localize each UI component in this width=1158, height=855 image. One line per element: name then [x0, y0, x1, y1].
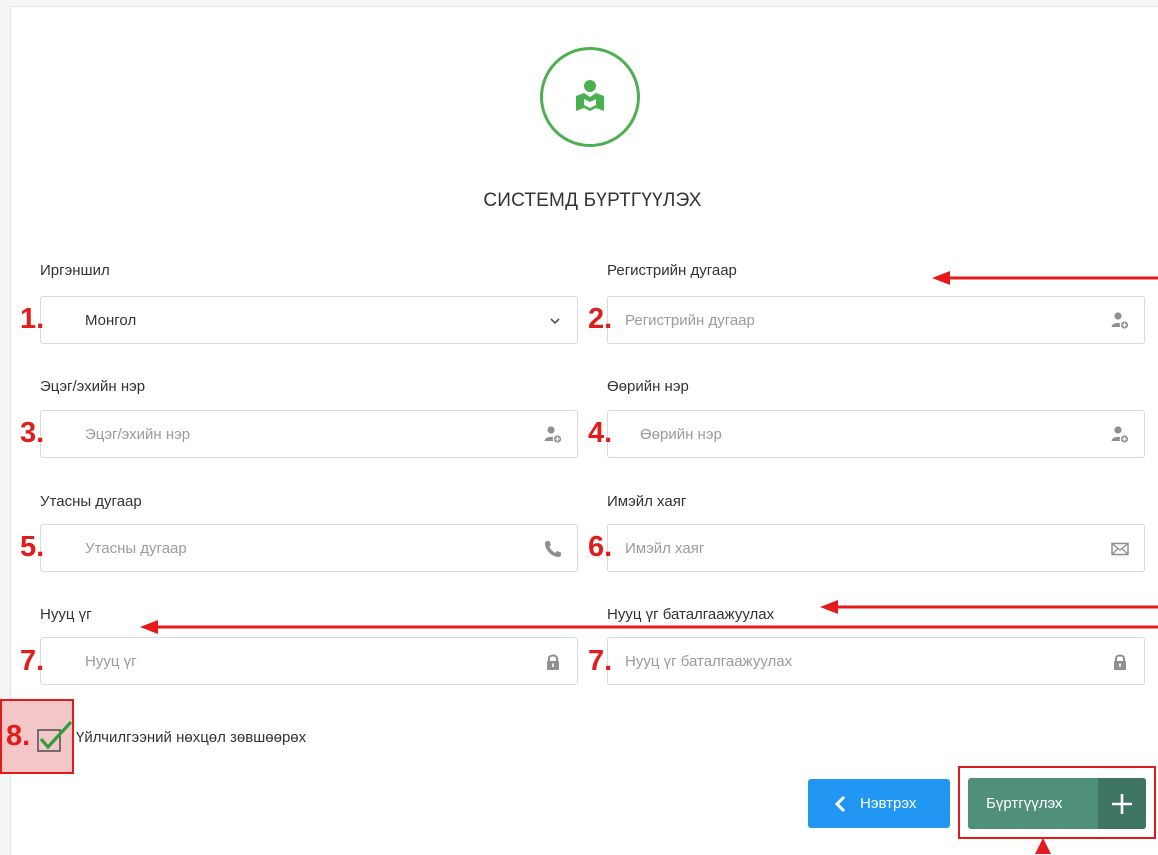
email-label: Имэйл хаяг: [607, 493, 687, 510]
annotation-number: 3.: [20, 417, 45, 449]
email-field: [607, 524, 1145, 572]
password-confirm-field: [607, 637, 1145, 685]
parent-name-input[interactable]: [41, 411, 577, 457]
annotation-arrow-register: [932, 271, 1158, 285]
annotation-number: 7.: [20, 645, 45, 677]
own-name-label: Өөрийн нэр: [607, 378, 689, 395]
annotation-arrow-register-button: [1035, 838, 1051, 854]
register-label: Регистрийн дугаар: [607, 262, 737, 279]
login-button[interactable]: Нэвтрэх: [808, 779, 950, 828]
password-confirm-input[interactable]: [608, 638, 1144, 684]
annotation-number: 2.: [588, 303, 613, 335]
user-plus-icon: [1111, 426, 1130, 444]
plus-area: [1098, 778, 1146, 829]
phone-icon: [545, 541, 561, 557]
reader-person-icon: [576, 80, 604, 111]
annotation-arrow-password-confirm: [820, 600, 1158, 614]
register-field: [607, 296, 1145, 344]
envelope-icon: [1111, 542, 1129, 556]
register-button-label: Бүртгүүлэх: [986, 795, 1063, 812]
own-name-field: [607, 410, 1145, 458]
login-button-label: Нэвтрэх: [860, 795, 917, 812]
nationality-label: Иргэншил: [40, 262, 110, 279]
phone-field: [40, 524, 578, 572]
nationality-select[interactable]: Монгол: [40, 296, 578, 344]
annotation-number: 1.: [20, 303, 45, 335]
annotation-number: 8.: [6, 720, 31, 752]
lock-icon: [547, 654, 559, 670]
phone-input[interactable]: [41, 525, 577, 571]
plus-icon: [1112, 794, 1132, 814]
annotation-arrow-password: [140, 620, 1158, 634]
password-field: [40, 637, 578, 685]
checkmark-icon: [39, 720, 73, 750]
logo: [540, 47, 640, 147]
email-input[interactable]: [608, 525, 1144, 571]
password-label: Нууц үг: [40, 606, 92, 623]
chevron-left-icon: [834, 795, 846, 813]
chevron-down-icon: [550, 318, 560, 325]
nationality-value: Монгол: [85, 312, 137, 329]
register-button[interactable]: Бүртгүүлэх: [968, 778, 1146, 829]
annotation-number: 6.: [588, 531, 613, 563]
register-input[interactable]: [608, 297, 1144, 343]
user-plus-icon: [1111, 312, 1130, 330]
annotation-number: 7.: [588, 645, 613, 677]
annotation-number: 4.: [588, 417, 613, 449]
user-plus-icon: [544, 426, 563, 444]
terms-checkbox[interactable]: [36, 718, 74, 754]
lock-icon: [1114, 654, 1126, 670]
page-title: СИСТЕМД БҮРТГҮҮЛЭХ: [483, 190, 702, 211]
parent-name-label: Эцэг/эхийн нэр: [40, 378, 146, 395]
terms-label: Үйлчилгээний нөхцөл зөвшөөрөх: [76, 729, 307, 746]
own-name-input[interactable]: [608, 411, 1144, 457]
password-input[interactable]: [41, 638, 577, 684]
phone-label: Утасны дугаар: [40, 493, 142, 510]
annotation-number: 5.: [20, 531, 45, 563]
parent-name-field: [40, 410, 578, 458]
